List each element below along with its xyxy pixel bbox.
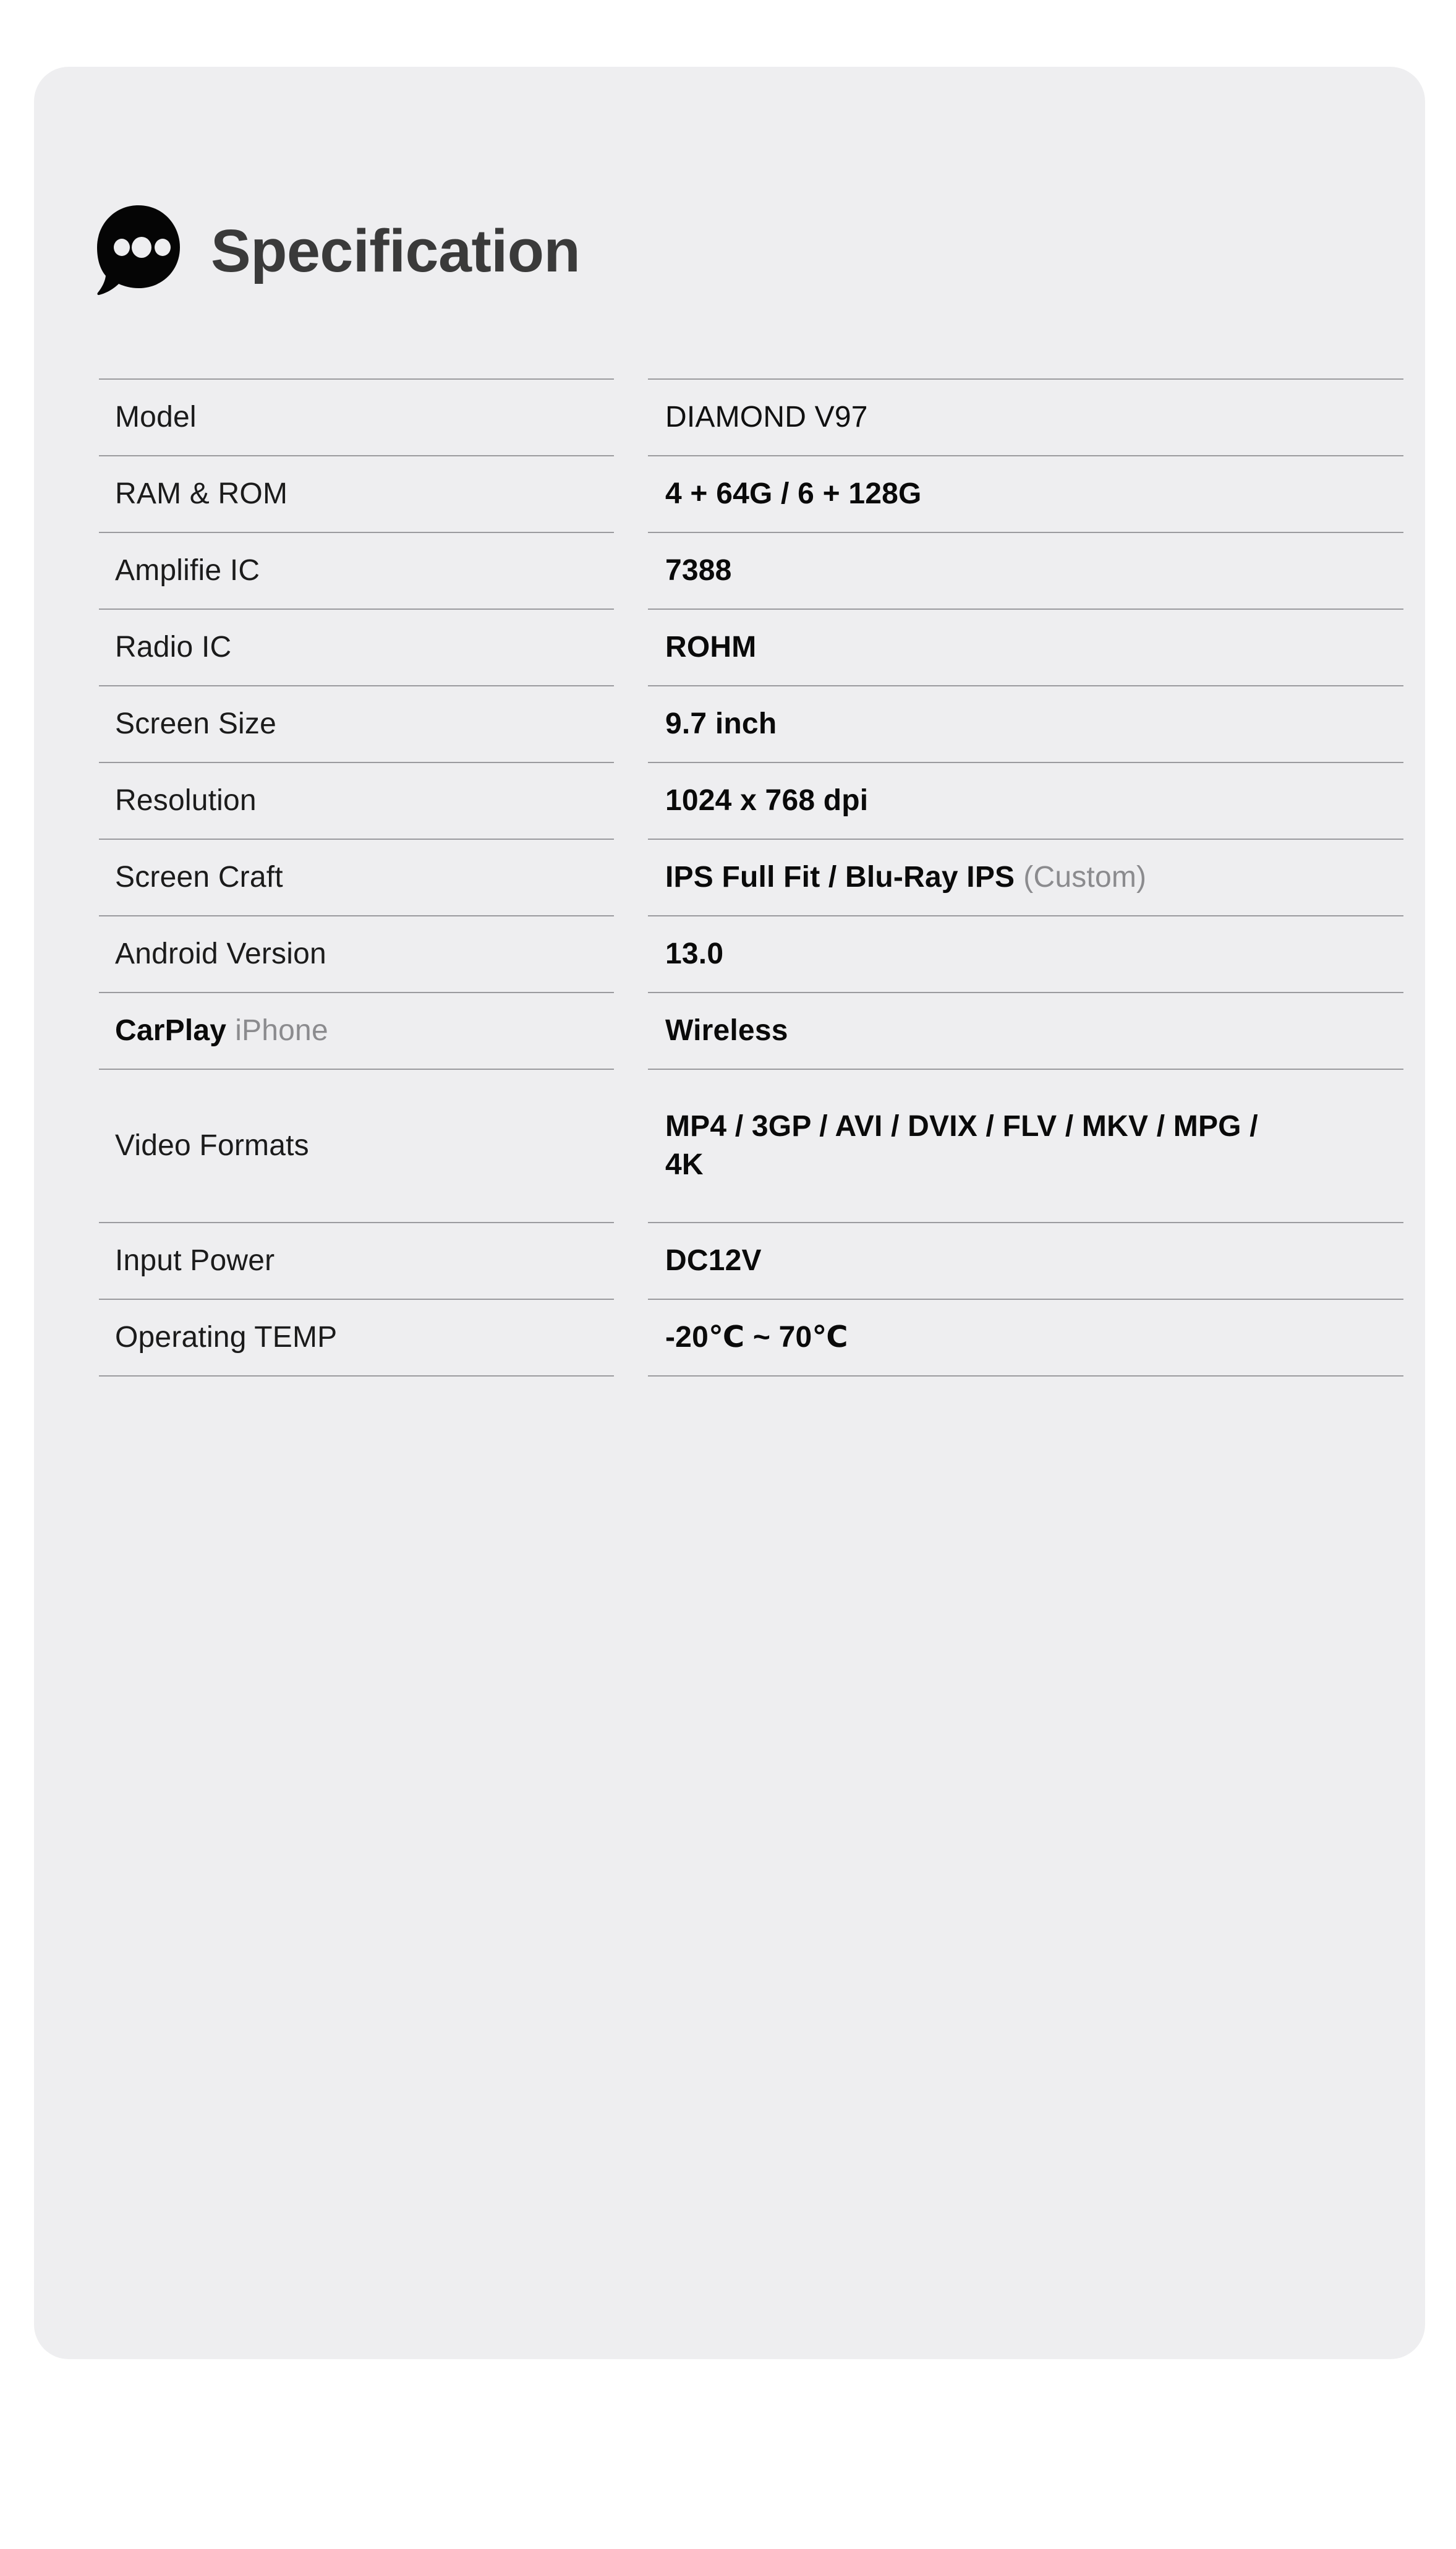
column-gap [614, 915, 648, 992]
spec-label: Screen Craft [115, 859, 283, 896]
table-row: Android Version 13.0 [99, 915, 1403, 992]
spec-value: MP4 / 3GP / AVI / DVIX / FLV / MKV / MPG… [665, 1108, 1259, 1185]
spec-label-group: CarPlay iPhone [115, 1012, 328, 1049]
divider-gap [614, 1375, 648, 1377]
spec-value: IPS Full Fit / Blu-Ray IPS [665, 861, 1015, 894]
spec-label-cell: Model [99, 378, 614, 455]
spec-value: 13.0 [665, 935, 723, 973]
spec-label: RAM & ROM [115, 476, 287, 513]
spec-value-group: IPS Full Fit / Blu-Ray IPS(Custom) [665, 858, 1146, 897]
column-gap [614, 608, 648, 685]
spec-label: Radio IC [115, 629, 231, 666]
column-gap [614, 1222, 648, 1299]
spec-value-cell: IPS Full Fit / Blu-Ray IPS(Custom) [648, 839, 1403, 915]
spec-label-cell: RAM & ROM [99, 455, 614, 532]
page-title: Specification [211, 221, 580, 281]
column-gap [614, 378, 648, 455]
spec-label-cell: Screen Craft [99, 839, 614, 915]
table-bottom-divider [99, 1375, 1403, 1377]
specification-header: Specification [96, 204, 580, 297]
column-gap [614, 839, 648, 915]
spec-label-cell: Resolution [99, 762, 614, 839]
table-row: Resolution 1024 x 768 dpi [99, 762, 1403, 839]
spec-label-cell: Screen Size [99, 685, 614, 762]
spec-label: Operating TEMP [115, 1319, 337, 1356]
spec-value: Wireless [665, 1012, 788, 1050]
spec-label-note: iPhone [235, 1014, 328, 1047]
spec-value-cell: 9.7 inch [648, 685, 1403, 762]
spec-value-cell: Wireless [648, 992, 1403, 1069]
spec-label: Amplifie IC [115, 552, 260, 589]
column-gap [614, 1299, 648, 1375]
column-gap [614, 455, 648, 532]
specification-card: Specification Model DIAMOND V97 RAM & RO… [34, 67, 1425, 2359]
spec-label-cell: Operating TEMP [99, 1299, 614, 1375]
spec-value: 9.7 inch [665, 705, 777, 743]
spec-label: Screen Size [115, 706, 276, 743]
spec-value-note: (Custom) [1023, 861, 1146, 894]
spec-label-cell: CarPlay iPhone [99, 992, 614, 1069]
spec-value-cell: MP4 / 3GP / AVI / DVIX / FLV / MKV / MPG… [648, 1069, 1403, 1222]
speech-bubble-dots-icon [96, 204, 181, 297]
spec-label: Resolution [115, 782, 257, 819]
spec-value: DC12V [665, 1242, 762, 1280]
spec-value-cell: DC12V [648, 1222, 1403, 1299]
table-row: Radio IC ROHM [99, 608, 1403, 685]
spec-value-cell: ROHM [648, 608, 1403, 685]
specification-table: Model DIAMOND V97 RAM & ROM 4 + 64G / 6 … [99, 378, 1403, 1377]
spec-label-cell: Amplifie IC [99, 532, 614, 608]
table-row: Operating TEMP -20℃ ~ 70℃ [99, 1299, 1403, 1375]
column-gap [614, 685, 648, 762]
column-gap [614, 992, 648, 1069]
column-gap [614, 532, 648, 608]
spec-label-cell: Android Version [99, 915, 614, 992]
spec-label-cell: Video Formats [99, 1069, 614, 1222]
spec-label: Video Formats [115, 1127, 309, 1164]
spec-label: Android Version [115, 936, 326, 973]
spec-value-cell: DIAMOND V97 [648, 378, 1403, 455]
spec-value: DIAMOND V97 [665, 398, 868, 437]
table-row: RAM & ROM 4 + 64G / 6 + 128G [99, 455, 1403, 532]
spec-value-cell: -20℃ ~ 70℃ [648, 1299, 1403, 1375]
spec-label: Model [115, 399, 197, 436]
spec-label-cell: Radio IC [99, 608, 614, 685]
spec-label-cell: Input Power [99, 1222, 614, 1299]
table-row: Video Formats MP4 / 3GP / AVI / DVIX / F… [99, 1069, 1403, 1222]
column-gap [614, 1069, 648, 1222]
spec-value-cell: 4 + 64G / 6 + 128G [648, 455, 1403, 532]
spec-value: ROHM [665, 628, 756, 667]
table-row: Input Power DC12V [99, 1222, 1403, 1299]
spec-value-cell: 1024 x 768 dpi [648, 762, 1403, 839]
spec-value: 1024 x 768 dpi [665, 782, 868, 820]
spec-value-cell: 13.0 [648, 915, 1403, 992]
spec-label: CarPlay [115, 1014, 226, 1047]
table-row: Amplifie IC 7388 [99, 532, 1403, 608]
divider-left [99, 1375, 614, 1377]
table-row: Screen Size 9.7 inch [99, 685, 1403, 762]
spec-value: 4 + 64G / 6 + 128G [665, 475, 922, 513]
column-gap [614, 762, 648, 839]
table-row: CarPlay iPhone Wireless [99, 992, 1403, 1069]
table-row: Screen Craft IPS Full Fit / Blu-Ray IPS(… [99, 839, 1403, 915]
spec-value: -20℃ ~ 70℃ [665, 1318, 848, 1357]
spec-label: Input Power [115, 1242, 275, 1279]
divider-right [648, 1375, 1403, 1377]
table-row: Model DIAMOND V97 [99, 378, 1403, 455]
spec-value: 7388 [665, 552, 732, 590]
spec-value-cell: 7388 [648, 532, 1403, 608]
